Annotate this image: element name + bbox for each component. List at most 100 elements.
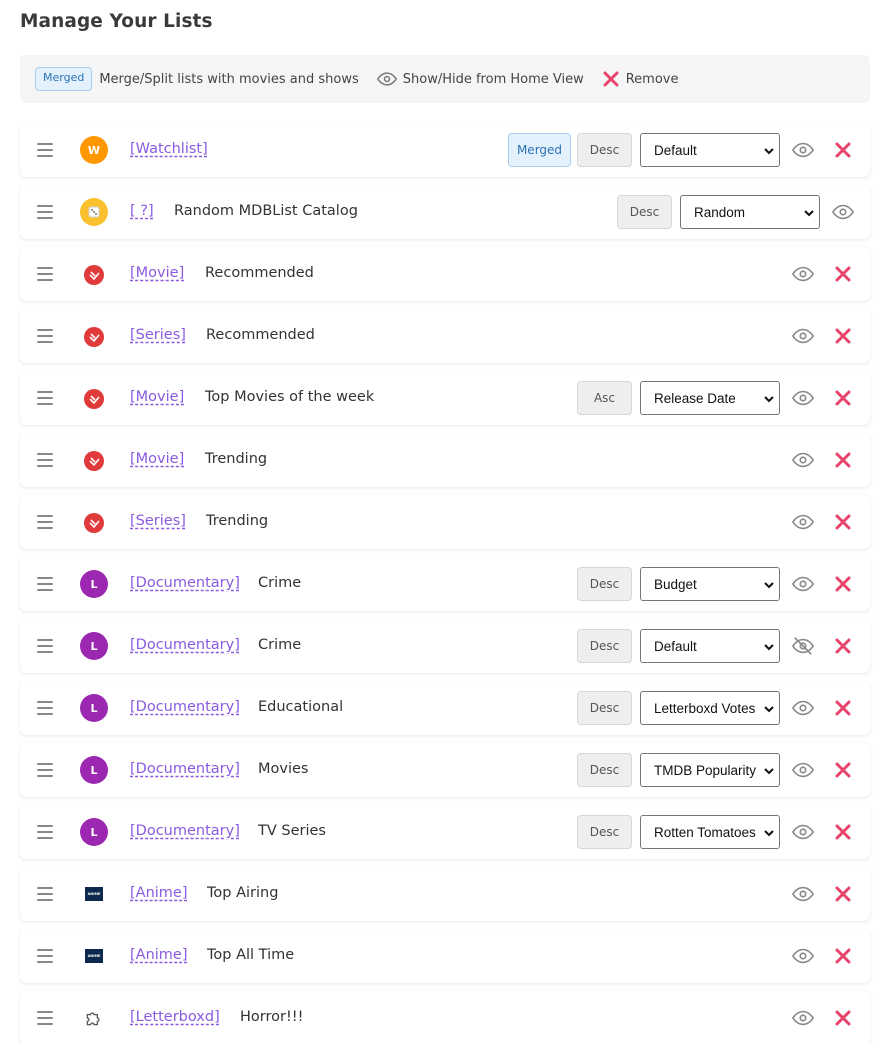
- list-row[interactable]: [Series] Trending: [20, 495, 870, 549]
- list-tag-link[interactable]: [Watchlist]: [130, 141, 208, 157]
- sort-select[interactable]: Release Date: [640, 381, 780, 415]
- drag-handle-icon[interactable]: [37, 639, 53, 653]
- drag-handle-icon[interactable]: [37, 887, 53, 901]
- list-row[interactable]: [Letterboxd] Horror!!!: [20, 991, 870, 1044]
- list-row[interactable]: L [Documentary] Educational Desc Letterb…: [20, 681, 870, 735]
- remove-icon[interactable]: [834, 885, 852, 903]
- sort-select-value: Release Date: [654, 390, 736, 406]
- list-tag-link[interactable]: [Documentary]: [130, 823, 240, 839]
- drag-handle-icon[interactable]: [37, 701, 53, 715]
- eye-icon[interactable]: [792, 697, 814, 719]
- list-row[interactable]: [Movie] Top Movies of the week Asc Relea…: [20, 371, 870, 425]
- sort-select[interactable]: Letterboxd Votes: [640, 691, 780, 725]
- drag-handle-icon[interactable]: [37, 577, 53, 591]
- list-tag-link[interactable]: [Anime]: [130, 947, 188, 963]
- remove-icon[interactable]: [834, 947, 852, 965]
- list-tag-link[interactable]: [Documentary]: [130, 575, 240, 591]
- drag-handle-icon[interactable]: [37, 329, 53, 343]
- list-tag-link[interactable]: [Letterboxd]: [130, 1009, 220, 1025]
- list-tag-link[interactable]: [Movie]: [130, 389, 184, 405]
- eye-off-icon[interactable]: [792, 635, 814, 657]
- order-button[interactable]: Desc: [577, 567, 632, 601]
- drag-handle-icon[interactable]: [37, 949, 53, 963]
- order-button[interactable]: Desc: [577, 815, 632, 849]
- remove-icon[interactable]: [834, 141, 852, 159]
- eye-icon[interactable]: [792, 1007, 814, 1029]
- remove-icon[interactable]: [834, 637, 852, 655]
- remove-icon[interactable]: [834, 575, 852, 593]
- drag-handle-icon[interactable]: [37, 825, 53, 839]
- list-row[interactable]: L [Documentary] Movies Desc TMDB Popular…: [20, 743, 870, 797]
- list-tag-link[interactable]: [Documentary]: [130, 637, 240, 653]
- anime-logo-icon: ANIME: [85, 949, 103, 963]
- list-tag-link[interactable]: [ ?]: [130, 203, 154, 219]
- list-row[interactable]: ANIME [Anime] Top All Time: [20, 929, 870, 983]
- list-tag-link[interactable]: [Movie]: [130, 451, 184, 467]
- list-row[interactable]: [Movie] Trending: [20, 433, 870, 487]
- list-row[interactable]: [Series] Recommended: [20, 309, 870, 363]
- eye-icon[interactable]: [792, 759, 814, 781]
- list-tag-link[interactable]: [Anime]: [130, 885, 188, 901]
- eye-icon[interactable]: [792, 263, 814, 285]
- list-tag-link[interactable]: [Series]: [130, 513, 186, 529]
- list-row[interactable]: [ ?] Random MDBList Catalog Desc Random: [20, 185, 870, 239]
- list-row[interactable]: L [Documentary] Crime Desc Default: [20, 619, 870, 673]
- list-tag-link[interactable]: [Series]: [130, 327, 186, 343]
- eye-icon[interactable]: [792, 449, 814, 471]
- remove-icon[interactable]: [834, 327, 852, 345]
- drag-handle-icon[interactable]: [37, 763, 53, 777]
- order-button[interactable]: Asc: [577, 381, 632, 415]
- drag-handle-icon[interactable]: [37, 453, 53, 467]
- drag-handle-icon[interactable]: [37, 515, 53, 529]
- drag-handle-icon[interactable]: [37, 205, 53, 219]
- drag-handle-icon[interactable]: [37, 391, 53, 405]
- remove-icon[interactable]: [834, 451, 852, 469]
- list-row[interactable]: [Movie] Recommended: [20, 247, 870, 301]
- sort-select[interactable]: Rotten Tomatoes: [640, 815, 780, 849]
- order-button[interactable]: Desc: [617, 195, 672, 229]
- list-tag-link[interactable]: [Movie]: [130, 265, 184, 281]
- remove-icon[interactable]: [834, 1009, 852, 1027]
- sort-select[interactable]: TMDB Popularity: [640, 753, 780, 787]
- list-row[interactable]: L [Documentary] TV Series Desc Rotten To…: [20, 805, 870, 859]
- list-row[interactable]: W [Watchlist] Merged Desc Default: [20, 123, 870, 177]
- list-row[interactable]: L [Documentary] Crime Desc Budget: [20, 557, 870, 611]
- list-name: Top Movies of the week: [205, 389, 375, 405]
- list-tag-link[interactable]: [Documentary]: [130, 761, 240, 777]
- eye-icon[interactable]: [792, 387, 814, 409]
- order-button[interactable]: Desc: [577, 753, 632, 787]
- order-button[interactable]: Desc: [577, 133, 632, 167]
- list-name: Top Airing: [207, 885, 279, 901]
- sort-select[interactable]: Default: [640, 133, 780, 167]
- sort-select-value: Random: [694, 204, 746, 220]
- remove-icon[interactable]: [834, 823, 852, 841]
- list-tag-link[interactable]: [Documentary]: [130, 699, 240, 715]
- drag-handle-icon[interactable]: [37, 267, 53, 281]
- eye-icon[interactable]: [792, 511, 814, 533]
- eye-icon[interactable]: [792, 821, 814, 843]
- remove-icon[interactable]: [834, 699, 852, 717]
- merged-button[interactable]: Merged: [508, 133, 571, 167]
- list-name: Crime: [258, 575, 302, 591]
- eye-icon[interactable]: [792, 945, 814, 967]
- sort-select-value: Letterboxd Votes: [654, 700, 756, 716]
- remove-icon[interactable]: [834, 761, 852, 779]
- sort-select[interactable]: Default: [640, 629, 780, 663]
- sort-select-value: Default: [654, 638, 697, 654]
- eye-icon[interactable]: [792, 139, 814, 161]
- remove-icon[interactable]: [834, 265, 852, 283]
- sort-select[interactable]: Budget: [640, 567, 780, 601]
- order-button[interactable]: Desc: [577, 629, 632, 663]
- list-name: Random MDBList Catalog: [174, 203, 358, 219]
- sort-select[interactable]: Random: [680, 195, 820, 229]
- drag-handle-icon[interactable]: [37, 143, 53, 157]
- eye-icon[interactable]: [792, 883, 814, 905]
- remove-icon[interactable]: [834, 389, 852, 407]
- eye-icon[interactable]: [792, 573, 814, 595]
- drag-handle-icon[interactable]: [37, 1011, 53, 1025]
- remove-icon[interactable]: [834, 513, 852, 531]
- order-button[interactable]: Desc: [577, 691, 632, 725]
- eye-icon[interactable]: [832, 201, 854, 223]
- list-row[interactable]: ANIME [Anime] Top Airing: [20, 867, 870, 921]
- eye-icon[interactable]: [792, 325, 814, 347]
